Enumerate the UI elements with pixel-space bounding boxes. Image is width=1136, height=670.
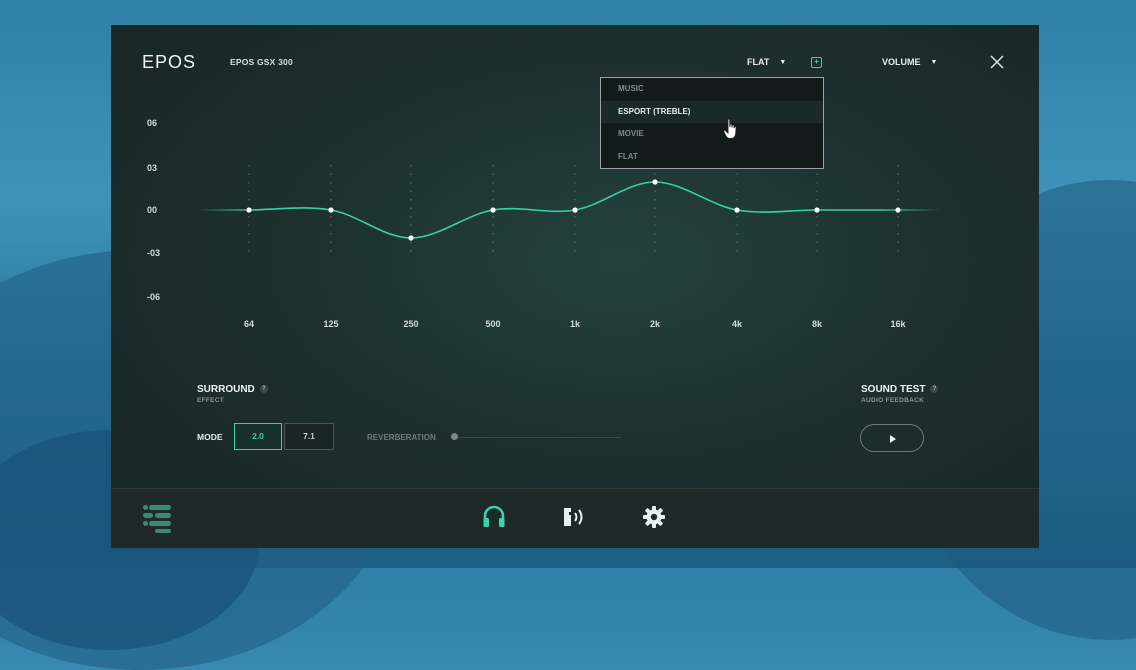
bottom-nav-bar — [111, 488, 1039, 548]
band-label-64: 64 — [243, 319, 254, 329]
microphone-sidetone-icon[interactable] — [561, 504, 587, 530]
band-label-2k: 2k — [649, 319, 660, 329]
band-label-250: 250 — [403, 319, 419, 329]
preset-dropdown: MUSIC ESPORT (TREBLE) MOVIE FLAT — [600, 77, 824, 169]
eq-band-handle-4k[interactable] — [734, 207, 740, 213]
mode-label: MODE — [197, 432, 223, 442]
play-icon — [890, 435, 896, 443]
reverberation-label: REVERBERATION — [367, 433, 436, 442]
reverberation-slider-track[interactable] — [454, 437, 621, 438]
equalizer-graph — [195, 165, 941, 255]
preset-option-movie[interactable]: MOVIE — [601, 123, 823, 146]
eq-band-handle-500[interactable] — [490, 207, 496, 213]
eq-band-handle-250[interactable] — [408, 235, 414, 241]
eq-band-handle-16k[interactable] — [895, 207, 901, 213]
band-label-125: 125 — [323, 319, 339, 329]
band-label-16k: 16k — [890, 319, 906, 329]
hand-cursor-icon — [723, 118, 737, 139]
band-label-500: 500 — [485, 319, 501, 329]
eq-band-handle-125[interactable] — [328, 207, 334, 213]
sound-test-subtitle: AUDIO FEEDBACK — [861, 397, 925, 404]
mode-2-0-button[interactable]: 2.0 — [234, 423, 282, 450]
gear-icon[interactable] — [641, 504, 667, 530]
preset-option-flat[interactable]: FLAT — [601, 146, 823, 169]
eq-band-handle-2k[interactable] — [652, 179, 658, 185]
reverberation-slider-handle[interactable] — [451, 433, 458, 440]
preset-option-music[interactable]: MUSIC — [601, 78, 823, 101]
mode-7-1-button[interactable]: 7.1 — [284, 423, 334, 450]
eq-band-handle-8k[interactable] — [814, 207, 820, 213]
eq-band-handle-64[interactable] — [246, 207, 252, 213]
help-icon[interactable]: ? — [930, 385, 939, 394]
surround-title: SURROUND? — [197, 384, 268, 395]
menu-icon[interactable] — [141, 503, 173, 533]
surround-subtitle: EFFECT — [197, 397, 225, 404]
preset-option-esport-treble[interactable]: ESPORT (TREBLE) — [601, 100, 823, 123]
band-label-4k: 4k — [731, 319, 742, 329]
eq-band-handle-1k[interactable] — [572, 207, 578, 213]
eq-curve — [195, 181, 941, 239]
band-label-8k: 8k — [811, 319, 822, 329]
sound-test-play-button[interactable] — [860, 424, 924, 452]
headphones-icon[interactable] — [481, 504, 507, 530]
epos-app-window: EPOS EPOS GSX 300 FLAT ▼ + VOLUME ▼ 06 0… — [111, 25, 1039, 548]
help-icon[interactable]: ? — [259, 385, 268, 394]
sound-test-title: SOUND TEST? — [861, 384, 939, 395]
band-label-1k: 1k — [569, 319, 580, 329]
